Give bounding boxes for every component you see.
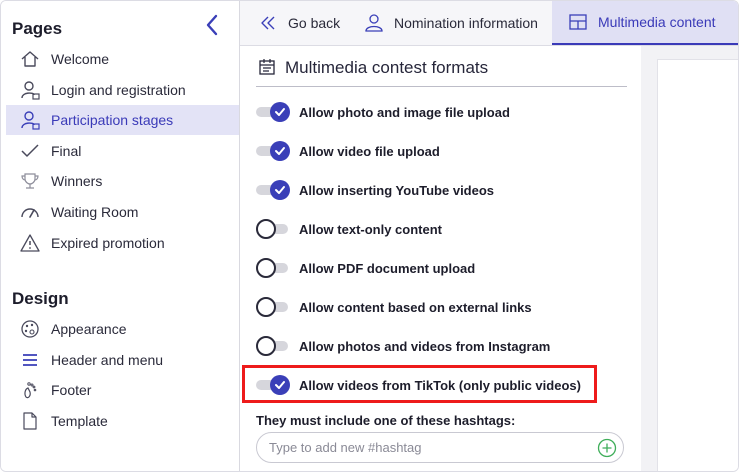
chevron-left-icon[interactable]: [202, 13, 222, 37]
toggle-switch-off[interactable]: [256, 297, 290, 317]
option-label: Allow text-only content: [299, 221, 442, 237]
checkmark-icon: [270, 141, 290, 161]
option-label: Allow videos from TikTok (only public vi…: [299, 377, 581, 393]
option-video-upload: Allow video file upload: [256, 139, 440, 163]
title-divider: [256, 86, 627, 87]
option-label: Allow photos and videos from Instagram: [299, 338, 551, 354]
toggle-switch-on[interactable]: [256, 141, 290, 161]
menu-icon: [19, 349, 41, 371]
sidebar-item-label: Footer: [51, 382, 92, 398]
sidebar-item-label: Expired promotion: [51, 235, 165, 251]
sidebar-item-final[interactable]: Final: [6, 136, 239, 166]
panel-title-text: Multimedia contest formats: [285, 58, 489, 77]
document-icon: [19, 410, 41, 432]
option-label: Allow photo and image file upload: [299, 104, 510, 120]
add-hashtag-icon[interactable]: [597, 438, 617, 458]
hashtag-label: They must include one of these hashtags:: [256, 413, 516, 428]
sidebar-item-template[interactable]: Template: [6, 406, 239, 436]
sidebar-item-label: Winners: [51, 173, 103, 189]
toggle-switch-on[interactable]: [256, 180, 290, 200]
tab-go-back[interactable]: Go back: [257, 1, 340, 45]
sidebar-item-label: Template: [51, 413, 108, 429]
panel-title: Multimedia contest formats: [258, 58, 488, 78]
hashtag-input[interactable]: Type to add new #hashtag: [256, 432, 624, 463]
tab-label: Nomination information: [394, 15, 538, 31]
footprint-icon: [19, 379, 41, 401]
option-label: Allow video file upload: [299, 143, 440, 159]
sidebar-item-appearance[interactable]: Appearance: [6, 314, 239, 344]
double-chevron-left-icon: [257, 12, 279, 34]
toggle-switch-off[interactable]: [256, 219, 290, 239]
tab-label: Go back: [288, 15, 341, 31]
sidebar-item-label: Appearance: [51, 321, 127, 337]
trophy-icon: [19, 170, 41, 192]
hashtag-placeholder: Type to add new #hashtag: [269, 440, 422, 455]
sidebar-item-participation-stages[interactable]: Participation stages: [6, 105, 239, 135]
layout-icon: [567, 11, 589, 33]
sidebar-item-waiting-room[interactable]: Waiting Room: [6, 197, 239, 227]
top-tab-bar: Go back Nomination information Multimedi…: [240, 1, 738, 46]
sidebar-item-label: Waiting Room: [51, 204, 139, 220]
tab-label: Multimedia content: [598, 14, 716, 30]
option-external-links: Allow content based on external links: [256, 295, 532, 319]
toggle-switch-on[interactable]: [256, 375, 290, 395]
user-icon: [363, 12, 385, 34]
option-instagram: Allow photos and videos from Instagram: [256, 334, 550, 358]
design-heading: Design: [12, 289, 69, 308]
user-lock-icon: [19, 79, 41, 101]
option-tiktok: Allow videos from TikTok (only public vi…: [256, 373, 581, 397]
sidebar-item-footer[interactable]: Footer: [6, 375, 239, 405]
sidebar-item-label: Login and registration: [51, 82, 186, 98]
sidebar-item-welcome[interactable]: Welcome: [6, 44, 239, 74]
sidebar-item-label: Participation stages: [51, 112, 174, 128]
option-label: Allow content based on external links: [299, 299, 532, 315]
preview-pane: [657, 59, 738, 471]
sidebar-item-winners[interactable]: Winners: [6, 166, 239, 196]
palette-icon: [19, 318, 41, 340]
pages-heading: Pages: [12, 19, 63, 38]
checkmark-icon: [270, 180, 290, 200]
sidebar-item-label: Welcome: [51, 51, 110, 67]
warning-icon: [19, 232, 41, 254]
option-youtube: Allow inserting YouTube videos: [256, 178, 494, 202]
option-text-only: Allow text-only content: [256, 217, 442, 241]
calendar-icon: [258, 58, 278, 78]
home-icon: [19, 48, 41, 70]
sidebar-item-label: Final: [51, 143, 82, 159]
checkmark-icon: [270, 375, 290, 395]
sidebar-item-expired-promotion[interactable]: Expired promotion: [6, 228, 239, 258]
checkmark-icon: [19, 140, 41, 162]
option-label: Allow PDF document upload: [299, 260, 476, 276]
user-lock-icon: [19, 109, 41, 131]
option-photo-upload: Allow photo and image file upload: [256, 100, 510, 124]
tab-multimedia-content[interactable]: Multimedia content: [552, 1, 738, 45]
checkmark-icon: [270, 102, 290, 122]
sidebar: Pages Welcome Login and registration Par…: [1, 1, 240, 471]
sidebar-item-label: Header and menu: [51, 352, 164, 368]
sidebar-item-login-registration[interactable]: Login and registration: [6, 75, 239, 105]
sidebar-item-header-menu[interactable]: Header and menu: [6, 345, 239, 375]
app-window: Pages Welcome Login and registration Par…: [0, 0, 739, 472]
option-pdf-upload: Allow PDF document upload: [256, 256, 475, 280]
multimedia-settings-panel: Multimedia contest formats Allow photo a…: [241, 46, 641, 471]
speedometer-icon: [19, 201, 41, 223]
toggle-switch-on[interactable]: [256, 102, 290, 122]
toggle-switch-off[interactable]: [256, 258, 290, 278]
option-label: Allow inserting YouTube videos: [299, 182, 495, 198]
tab-nomination-information[interactable]: Nomination information: [363, 1, 538, 45]
toggle-switch-off[interactable]: [256, 336, 290, 356]
